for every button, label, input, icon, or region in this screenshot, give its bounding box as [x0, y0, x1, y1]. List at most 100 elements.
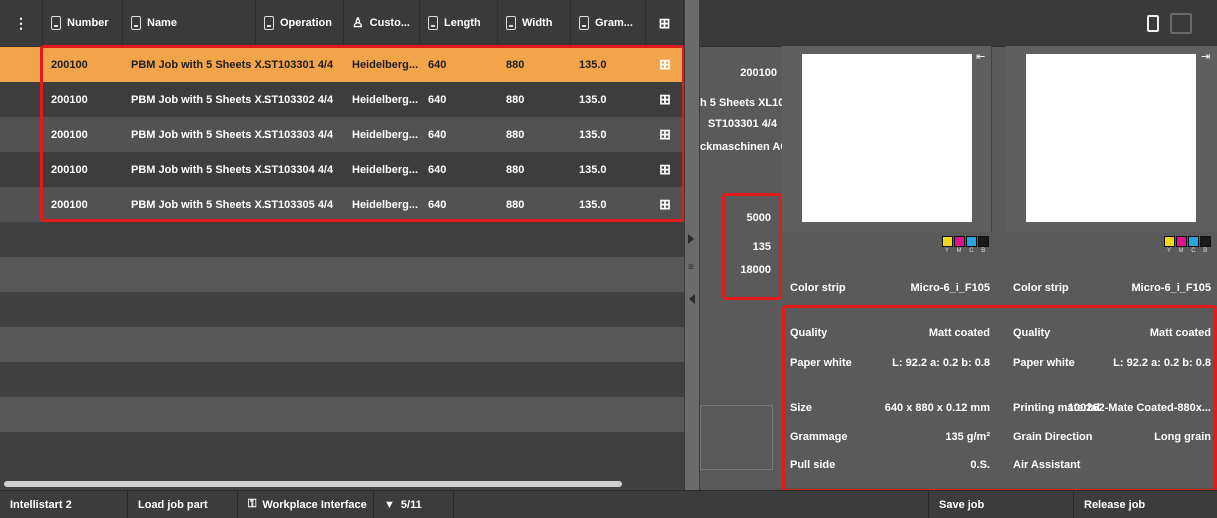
back-preview-frame[interactable]: ⇥ [1006, 46, 1217, 232]
header-name[interactable]: Name [123, 0, 256, 46]
save-job-button[interactable]: Save job [928, 491, 1074, 518]
front-preview-frame[interactable]: ⇤ [782, 46, 992, 232]
header-width[interactable]: Width [498, 0, 571, 46]
grain-direction-value: Long grain [1154, 431, 1211, 443]
cell-number: 200100 [51, 128, 88, 141]
panel-splitter[interactable]: ≡ [684, 0, 700, 517]
expand-left-icon[interactable] [689, 294, 695, 304]
double-page-icon[interactable] [1170, 13, 1192, 34]
swatch-magenta [954, 236, 965, 247]
load-job-part-button[interactable]: Load job part [128, 491, 238, 518]
person-icon: ♙ [352, 15, 364, 30]
quality-label: Quality [790, 327, 828, 339]
flip-front-icon[interactable]: ⇤ [976, 50, 985, 63]
cell-width: 880 [506, 163, 525, 176]
intellistart-button[interactable]: Intellistart 2 [0, 491, 128, 518]
back-sheet-preview [1026, 54, 1196, 222]
swatch-yellow [1164, 236, 1175, 247]
job-customer: ckmaschinen AG [700, 141, 789, 153]
sheet-status-icon: ⊞ [658, 14, 671, 31]
flip-back-icon[interactable]: ⇥ [1201, 50, 1210, 63]
cell-name: PBM Job with 5 Sheets X... [131, 198, 271, 211]
cell-name: PBM Job with 5 Sheets X... [131, 128, 271, 141]
bottom-toolbar: Intellistart 2 Load job part ⚿ Workplace … [0, 490, 1217, 518]
interface-icon: ⚿ [248, 498, 257, 510]
empty-row [0, 362, 684, 397]
header-length[interactable]: Length [420, 0, 498, 46]
color-strip-value: Micro-6_i_F105 [1131, 282, 1211, 294]
cell-customer: Heidelberg... [352, 163, 419, 176]
job-name: h 5 Sheets XL106 [700, 97, 791, 109]
table-row[interactable]: 200100 PBM Job with 5 Sheets X... ST1033… [0, 187, 684, 222]
horizontal-scrollbar[interactable] [4, 481, 622, 487]
sheet-status-icon: ⊞ [659, 91, 671, 107]
cell-grammage: 135.0 [579, 198, 607, 211]
grammage-value: 135 [752, 241, 771, 253]
cell-grammage: 135.0 [579, 93, 607, 106]
cell-operation: ST103302 4/4 [264, 93, 334, 106]
empty-row [0, 397, 684, 432]
empty-row [0, 257, 684, 292]
cell-length: 640 [428, 93, 447, 106]
single-page-icon[interactable] [1147, 15, 1159, 32]
header-customer[interactable]: ♙ Custo... [344, 0, 420, 46]
cell-width: 880 [506, 58, 525, 71]
table-row[interactable]: 200100 PBM Job with 5 Sheets X... ST1033… [0, 152, 684, 187]
run-length-value: 5000 [746, 212, 771, 224]
header-number[interactable]: Number [43, 0, 123, 46]
expand-right-icon[interactable] [688, 234, 694, 244]
job-details-panel: 200100 h 5 Sheets XL106 ST103301 4/4 ckm… [700, 0, 1217, 517]
cell-width: 880 [506, 198, 525, 211]
operation-icon [264, 16, 274, 30]
printing-material-value: 100262-Mate Coated-880x... [1067, 402, 1211, 414]
cell-operation: ST103305 4/4 [264, 198, 334, 211]
size-value: 640 x 880 x 0.12 mm [884, 402, 990, 414]
cell-name: PBM Job with 5 Sheets X... [131, 163, 271, 176]
empty-row [0, 222, 684, 257]
header-operation[interactable]: Operation [256, 0, 344, 46]
cell-width: 880 [506, 93, 525, 106]
swatch-magenta [1176, 236, 1187, 247]
width-icon [506, 16, 516, 30]
quality-value: Matt coated [1149, 327, 1211, 339]
header-sheet-status[interactable]: ⊞ [646, 0, 684, 46]
cell-length: 640 [428, 163, 447, 176]
grammage-label: Grammage [790, 431, 848, 443]
table-header: ⋮ Number Name Operation ♙ Custo... Length… [0, 0, 684, 47]
cell-operation: ST103301 4/4 [264, 58, 334, 71]
column-chooser-icon: ⋮ [14, 14, 28, 31]
sheet-status-icon: ⊞ [659, 126, 671, 142]
cell-name: PBM Job with 5 Sheets X... [131, 58, 271, 71]
header-grammage[interactable]: Gram... [571, 0, 646, 46]
grammage-icon [579, 16, 589, 30]
name-icon [131, 16, 141, 30]
cell-grammage: 135.0 [579, 128, 607, 141]
sheet-status-icon: ⊞ [659, 196, 671, 212]
workplace-interface-button[interactable]: ⚿ Workplace Interface [238, 491, 374, 518]
cell-grammage: 135.0 [579, 163, 607, 176]
column-chooser-button[interactable]: ⋮ [0, 0, 43, 46]
cell-number: 200100 [51, 93, 88, 106]
filter-button[interactable]: ▼ 5/11 [374, 491, 454, 518]
sheet-status-icon: ⊞ [659, 161, 671, 177]
back-cmyk-label: Y M C B [1167, 248, 1211, 254]
cell-customer: Heidelberg... [352, 128, 419, 141]
release-job-button[interactable]: Release job [1074, 491, 1217, 518]
quality-value: Matt coated [928, 327, 990, 339]
table-row[interactable]: 200100 PBM Job with 5 Sheets X... ST1033… [0, 47, 684, 82]
color-strip-value: Micro-6_i_F105 [910, 282, 990, 294]
cell-length: 640 [428, 198, 447, 211]
color-strip-label: Color strip [1013, 282, 1069, 294]
empty-row [0, 327, 684, 362]
empty-row [0, 292, 684, 327]
cell-customer: Heidelberg... [352, 93, 419, 106]
table-row[interactable]: 200100 PBM Job with 5 Sheets X... ST1033… [0, 82, 684, 117]
cell-customer: Heidelberg... [352, 58, 419, 71]
cell-length: 640 [428, 128, 447, 141]
swatch-black [1200, 236, 1211, 247]
number-icon [51, 16, 61, 30]
color-strip-label: Color strip [790, 282, 846, 294]
notes-box[interactable] [700, 405, 773, 470]
table-row[interactable]: 200100 PBM Job with 5 Sheets X... ST1033… [0, 117, 684, 152]
air-assistant-label: Air Assistant [1013, 459, 1081, 471]
